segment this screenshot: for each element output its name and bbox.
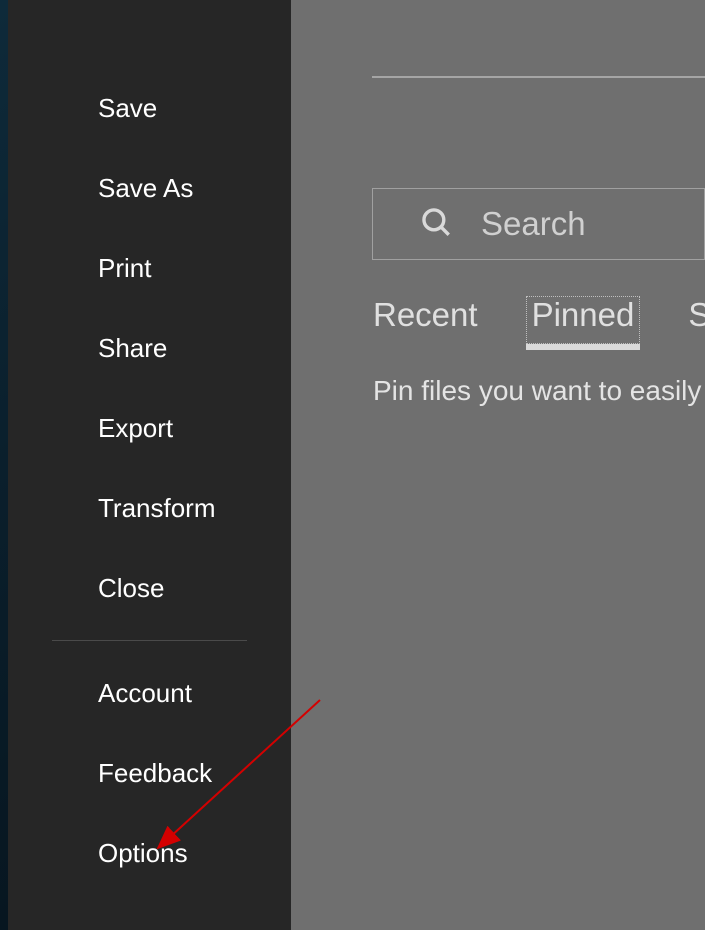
menu-item-save-as[interactable]: Save As [8, 148, 291, 228]
tab-pinned[interactable]: Pinned [526, 296, 641, 344]
pinned-empty-hint: Pin files you want to easily find [373, 375, 705, 407]
tab-shared[interactable]: Shar [688, 296, 705, 344]
menu-item-close[interactable]: Close [8, 548, 291, 628]
backstage-view: Save Save As Print Share Export Transfor… [8, 0, 705, 930]
backstage-sidebar: Save Save As Print Share Export Transfor… [8, 0, 291, 930]
file-list-tabs: Recent Pinned Shar [373, 296, 705, 344]
sidebar-divider [52, 640, 247, 641]
backstage-content: Search Recent Pinned Shar Pin files you … [291, 0, 705, 930]
menu-item-export[interactable]: Export [8, 388, 291, 468]
search-icon [419, 205, 453, 244]
search-input[interactable]: Search [372, 188, 705, 260]
menu-item-account[interactable]: Account [8, 653, 291, 733]
desktop-edge [0, 0, 8, 930]
tab-recent[interactable]: Recent [373, 296, 478, 344]
menu-item-feedback[interactable]: Feedback [8, 733, 291, 813]
menu-item-share[interactable]: Share [8, 308, 291, 388]
menu-item-save[interactable]: Save [8, 68, 291, 148]
menu-item-print[interactable]: Print [8, 228, 291, 308]
section-divider [372, 76, 705, 78]
menu-item-options[interactable]: Options [8, 813, 291, 893]
menu-item-transform[interactable]: Transform [8, 468, 291, 548]
search-placeholder: Search [481, 205, 586, 243]
